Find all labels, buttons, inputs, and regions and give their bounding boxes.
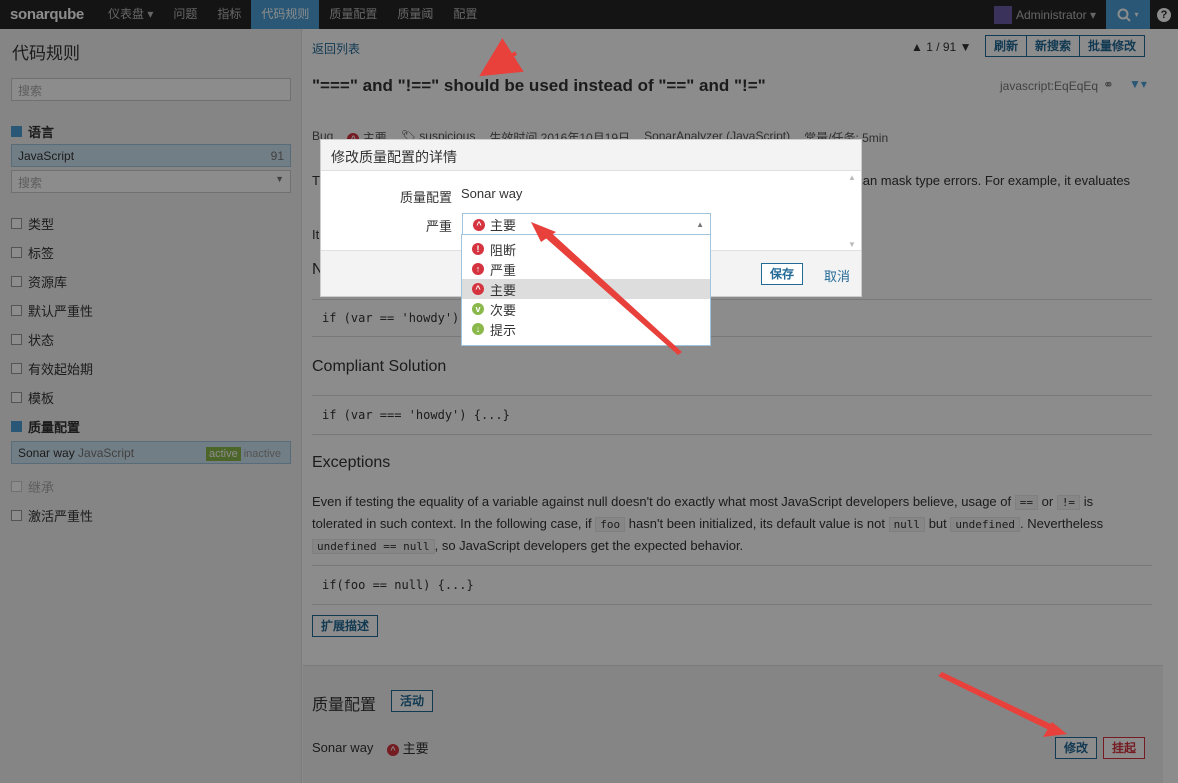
annotation-arrow-select-shaft xyxy=(540,228,682,355)
annotation-arrow-title xyxy=(479,37,524,77)
annotation-arrow-modify-shaft xyxy=(938,672,1055,731)
annotation-arrows xyxy=(479,37,1067,737)
